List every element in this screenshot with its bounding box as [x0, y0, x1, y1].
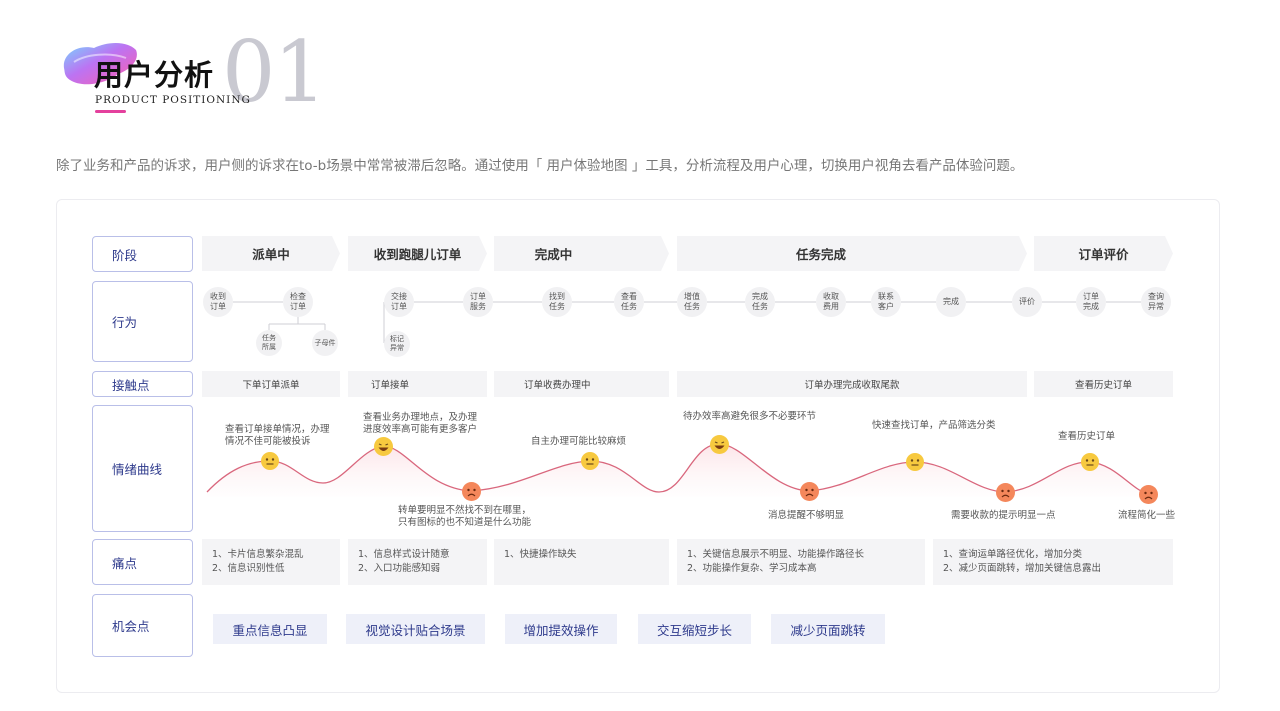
neutral-face-icon: [261, 452, 279, 470]
emotion-note: 流程简化一些: [1118, 510, 1176, 521]
emotion-note: 消息提醒不够明显: [768, 510, 845, 521]
neutral-face-icon: [581, 452, 599, 470]
opportunity-tag: 视觉设计贴合场景: [346, 614, 485, 644]
laughing-face-icon: [374, 437, 393, 456]
pain-point: 1、卡片信息繁杂混乱 2、信息识别性低: [202, 539, 340, 585]
emotion-note: 待办效率高避免很多不必要环节: [683, 411, 817, 422]
neutral-face-icon: [906, 453, 924, 471]
opportunity-tag: 重点信息凸显: [213, 614, 327, 644]
sad-face-icon: [996, 483, 1015, 502]
pain-point: 1、查询运单路径优化，增加分类 2、减少页面跳转，增加关键信息露出: [933, 539, 1173, 585]
emotion-curve: [206, 443, 1149, 497]
emotion-note: 快速查找订单，产品筛选分类: [872, 420, 996, 431]
laughing-face-icon: [710, 435, 729, 454]
emotion-note: 查看业务办理地点，及办理 进度效率高可能有更多客户: [363, 412, 478, 435]
emotion-note: 转单要明显不然找不到在哪里， 只有图标的也不知道是什么功能: [398, 505, 532, 528]
sad-face-icon: [462, 482, 481, 501]
pain-point: 1、关键信息展示不明显、功能操作路径长 2、功能操作复杂、学习成本高: [677, 539, 925, 585]
emotion-note: 需要收款的提示明显一点: [951, 510, 1056, 521]
opportunity-tag: 交互缩短步长: [638, 614, 751, 644]
opportunity-tag: 增加提效操作: [505, 614, 617, 644]
pain-point: 1、信息样式设计随意 2、入口功能感知弱: [348, 539, 487, 585]
sad-face-icon: [1139, 485, 1158, 504]
opportunity-tag: 减少页面跳转: [771, 614, 885, 644]
neutral-face-icon: [1081, 453, 1099, 471]
pain-point: 1、快捷操作缺失: [494, 539, 669, 585]
emotion-note: 自主办理可能比较麻烦: [531, 436, 627, 447]
emotion-note: 查看历史订单: [1058, 431, 1116, 442]
sad-face-icon: [800, 482, 819, 501]
emotion-note: 查看订单接单情况，办理 情况不佳可能被投诉: [225, 424, 330, 447]
